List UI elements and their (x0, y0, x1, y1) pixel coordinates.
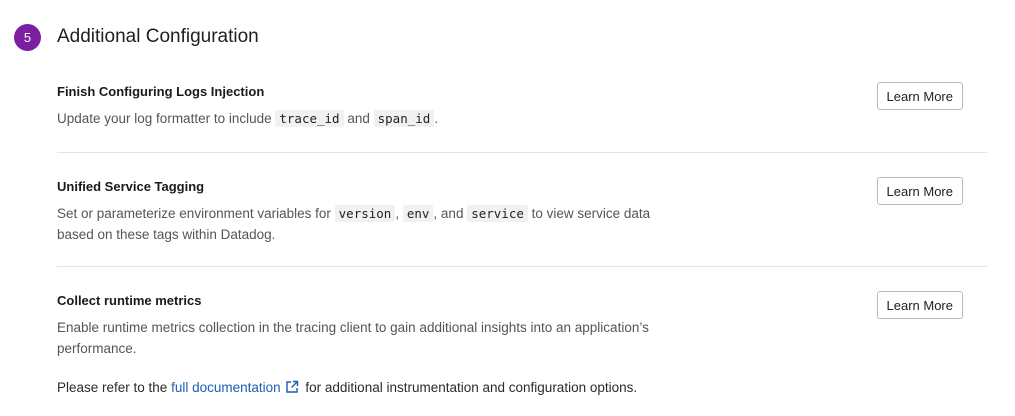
config-item-service-tagging: Unified Service Tagging Set or parameter… (57, 177, 987, 245)
code-span-id: span_id (373, 110, 435, 127)
config-item-logs-injection: Finish Configuring Logs Injection Update… (57, 82, 987, 129)
divider (57, 266, 987, 267)
code-service: service (467, 205, 528, 222)
section-title: Additional Configuration (57, 26, 259, 47)
item-title: Finish Configuring Logs Injection (57, 84, 265, 99)
divider (57, 152, 987, 153)
code-version: version (334, 205, 396, 222)
config-item-runtime-metrics: Collect runtime metrics Enable runtime m… (57, 291, 987, 359)
item-description: Update your log formatter to include tra… (57, 110, 439, 127)
full-documentation-link[interactable]: full documentation (171, 380, 302, 395)
code-trace-id: trace_id (275, 110, 344, 127)
learn-more-button-tagging[interactable]: Learn More (876, 177, 963, 205)
footer-note: Please refer to the full documentation f… (57, 380, 638, 395)
step-number-badge: 5 (14, 24, 41, 51)
item-description: Enable runtime metrics collection in the… (57, 320, 649, 356)
item-title: Collect runtime metrics (57, 293, 202, 308)
external-link-icon[interactable] (285, 380, 299, 397)
learn-more-button-runtime[interactable]: Learn More (876, 291, 963, 319)
learn-more-button-logs[interactable]: Learn More (876, 82, 963, 110)
code-env: env (402, 205, 434, 222)
item-description: Set or parameterize environment variable… (57, 205, 651, 242)
item-title: Unified Service Tagging (57, 179, 205, 194)
